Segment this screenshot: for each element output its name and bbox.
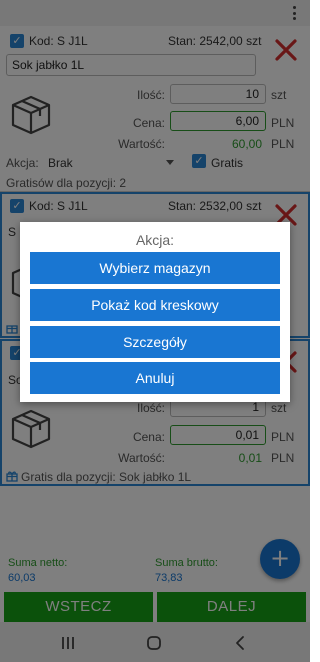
cancel-button[interactable]: Anuluj xyxy=(30,362,280,394)
select-warehouse-button[interactable]: Wybierz magazyn xyxy=(30,252,280,284)
dialog-title: Akcja: xyxy=(135,232,175,248)
show-barcode-button[interactable]: Pokaż kod kreskowy xyxy=(30,289,280,321)
action-dialog: Akcja: Wybierz magazyn Pokaż kod kreskow… xyxy=(20,222,290,402)
details-button[interactable]: Szczegóły xyxy=(30,326,280,358)
